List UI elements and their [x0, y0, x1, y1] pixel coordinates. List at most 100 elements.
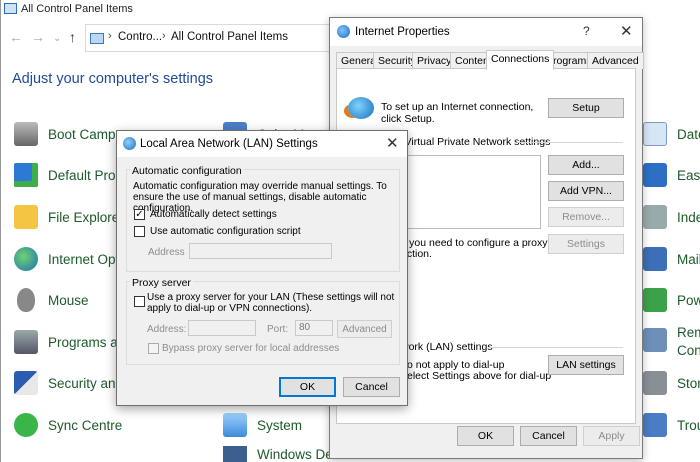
divider: [517, 142, 623, 143]
chevron-down-icon[interactable]: ⌄: [53, 33, 61, 44]
cp-item-label: Mouse: [48, 292, 89, 308]
cp-item-indexing[interactable]: Index: [643, 203, 700, 231]
cp-item-power[interactable]: Powe: [643, 286, 700, 314]
sync-icon: [14, 413, 38, 437]
apply-button[interactable]: Apply: [583, 426, 640, 446]
cp-item-security[interactable]: Security and: [14, 369, 123, 397]
cp-item-label: Date: [677, 126, 700, 142]
cp-item-remote[interactable]: Remo Conn: [643, 324, 700, 364]
cp-item-label: Boot Camp: [48, 126, 116, 142]
cp-item-ease[interactable]: Ease c: [643, 161, 700, 189]
use-proxy-label: Use a proxy server for your LAN (These s…: [147, 292, 395, 314]
breadcrumb-all-items[interactable]: All Control Panel Items: [171, 31, 288, 43]
cancel-button[interactable]: Cancel: [343, 377, 400, 397]
help-icon[interactable]: ?: [583, 24, 590, 38]
add-vpn-button[interactable]: Add VPN...: [548, 181, 624, 201]
dialog-title: Internet Properties: [355, 26, 450, 38]
up-arrow-icon[interactable]: ↑: [69, 29, 76, 45]
forward-arrow-icon[interactable]: →: [31, 29, 45, 45]
cp-item-label: Default Prog: [48, 167, 124, 183]
dialog-titlebar: Local Area Network (LAN) Settings ✕: [117, 131, 407, 157]
default-programs-icon: [14, 163, 38, 187]
cp-item-label: Ease c: [677, 167, 700, 183]
proxy-title: Proxy server: [130, 277, 193, 289]
ok-button[interactable]: OK: [457, 426, 514, 446]
indexing-icon: [643, 205, 667, 229]
mouse-icon: [17, 288, 35, 312]
port-input[interactable]: 80: [295, 320, 333, 336]
cp-item-label: Internet Opt: [48, 251, 120, 267]
proxy-address-input[interactable]: [188, 320, 256, 336]
mail-icon: [643, 247, 667, 271]
cp-item-label: Powe: [677, 292, 700, 308]
address-bar[interactable]: › Contro... › All Control Panel Items: [85, 24, 335, 52]
cp-item-label: File Explorer: [48, 209, 124, 225]
cp-item-label: Stora: [677, 375, 700, 391]
close-icon[interactable]: ✕: [620, 22, 633, 40]
cp-item-label: Conn: [677, 343, 700, 358]
breadcrumb-separator: ›: [108, 30, 112, 42]
cp-item-troubleshooting[interactable]: Troub: [643, 411, 700, 439]
tab-strip: General Security Privacy Content Connect…: [336, 50, 644, 70]
cp-item-label: Troub: [677, 417, 700, 433]
cp-item-date[interactable]: Date: [643, 120, 700, 148]
shield-icon: [223, 446, 247, 462]
cp-item-programs[interactable]: Programs ar: [14, 328, 122, 356]
bypass-checkbox[interactable]: [148, 343, 159, 354]
use-proxy-checkbox[interactable]: [134, 296, 145, 307]
cp-item-system[interactable]: System: [223, 411, 302, 439]
computer-icon: [223, 413, 247, 437]
auto-script-checkbox[interactable]: [134, 226, 145, 237]
control-panel-icon: [90, 33, 104, 44]
cp-item-boot-camp[interactable]: Boot Camp: [14, 120, 116, 148]
setup-text: To set up an Internet connection, click …: [381, 101, 534, 125]
remote-icon: [643, 328, 667, 352]
cp-item-storage[interactable]: Stora: [643, 369, 700, 397]
cp-item-label: Security and: [48, 375, 124, 391]
auto-script-label: Use automatic configuration script: [150, 226, 301, 237]
script-address-input[interactable]: [189, 243, 332, 259]
dialog-titlebar: Internet Properties ? ✕: [330, 18, 642, 46]
page-heading: Adjust your computer's settings: [12, 71, 214, 87]
advanced-button[interactable]: Advanced: [337, 320, 392, 338]
address-label: Address: [148, 247, 185, 258]
folder-icon: [14, 205, 38, 229]
ok-button[interactable]: OK: [279, 377, 336, 397]
cp-item-mail[interactable]: Mail: [643, 245, 700, 273]
dialog-title: Local Area Network (LAN) Settings: [140, 138, 318, 150]
boot-camp-icon: [14, 122, 38, 146]
auto-config-title: Automatic configuration: [130, 165, 244, 177]
cp-item-label: Programs ar: [48, 334, 123, 350]
cancel-button[interactable]: Cancel: [520, 426, 577, 446]
cp-item-file-explorer[interactable]: File Explorer: [14, 203, 124, 231]
back-arrow-icon[interactable]: ←: [9, 29, 23, 45]
lan-settings-button[interactable]: LAN settings: [548, 355, 624, 375]
cp-item-internet-options[interactable]: Internet Opt: [14, 245, 119, 273]
setup-button[interactable]: Setup: [548, 98, 624, 118]
close-icon[interactable]: ✕: [386, 134, 399, 152]
remove-button[interactable]: Remove...: [548, 207, 624, 227]
lan-section-title: work (LAN) settings: [401, 341, 493, 353]
cp-item-label: Sync Centre: [48, 417, 123, 433]
storage-icon: [643, 371, 667, 395]
tab-advanced[interactable]: Advanced: [587, 52, 644, 69]
power-icon: [643, 288, 667, 312]
globe-icon: [14, 247, 38, 271]
flag-icon: [14, 371, 38, 395]
auto-detect-checkbox[interactable]: ✓: [134, 209, 145, 220]
settings-button[interactable]: Settings: [548, 234, 624, 254]
cp-item-default-programs[interactable]: Default Prog: [14, 161, 123, 189]
add-button[interactable]: Add...: [548, 155, 624, 175]
troubleshooting-icon: [643, 413, 667, 437]
lan-text-line2: elect Settings above for dial-up: [407, 370, 552, 382]
programs-icon: [14, 330, 38, 354]
cp-item-mouse[interactable]: Mouse: [14, 286, 89, 314]
port-label: Port:: [267, 324, 289, 335]
tab-connections[interactable]: Connections: [486, 50, 555, 70]
breadcrumb-control-panel[interactable]: Contro...: [118, 31, 162, 43]
divider: [489, 347, 623, 348]
clock-icon: [643, 122, 667, 146]
globe-icon: [123, 137, 136, 150]
lan-settings-dialog: Local Area Network (LAN) Settings ✕ Auto…: [116, 130, 408, 406]
cp-item-sync-centre[interactable]: Sync Centre: [14, 411, 122, 439]
